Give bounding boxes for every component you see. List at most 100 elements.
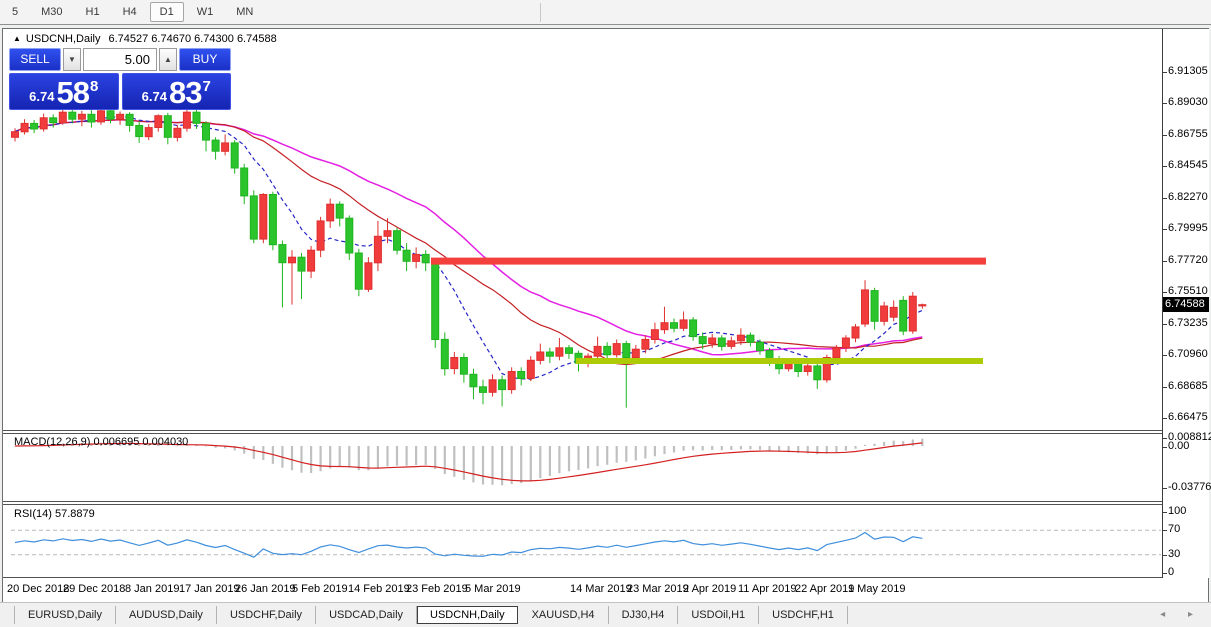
candle-down [336, 204, 343, 218]
candle-up [537, 352, 544, 360]
support-line[interactable] [576, 358, 983, 364]
volume-input[interactable]: 5.00 [83, 48, 157, 71]
volume-decrease-button[interactable]: ▼ [63, 48, 81, 71]
candle-up [155, 116, 162, 128]
candle-up [59, 112, 66, 123]
chart-tab-usdcnh-daily[interactable]: USDCNH,Daily [417, 606, 518, 624]
timeframe-button-5[interactable]: 5 [2, 2, 28, 22]
candle-down [690, 320, 697, 337]
date-label: 2 Apr 2019 [683, 583, 736, 595]
timeframe-button-d1[interactable]: D1 [150, 2, 184, 22]
candle-down [126, 114, 133, 125]
date-label: 20 Dec 2018 [7, 583, 69, 595]
chart-tab-xauusd-h4[interactable]: XAUUSD,H4 [519, 606, 609, 624]
sell-price-main: 58 [56, 77, 88, 108]
chart-tab-dj30-h4[interactable]: DJ30,H4 [609, 606, 679, 624]
chart-tab-usdchf-h1[interactable]: USDCHF,H1 [759, 606, 848, 624]
price-axis-label: 6.66475 [1168, 411, 1208, 423]
volume-increase-button[interactable]: ▲ [159, 48, 177, 71]
candle-up [21, 123, 28, 131]
candle-down [250, 196, 257, 239]
candle-up [78, 114, 85, 119]
candle-up [881, 306, 888, 321]
macd-signal-line [15, 443, 922, 481]
resistance-line[interactable] [431, 258, 986, 265]
candle-up [852, 327, 859, 338]
candle-down [88, 114, 95, 122]
candle-down [346, 218, 353, 253]
collapse-arrow-icon[interactable]: ▲ [13, 34, 21, 43]
timeframe-button-mn[interactable]: MN [226, 2, 263, 22]
chart-tab-usdoil-h1[interactable]: USDOil,H1 [678, 606, 759, 624]
rsi-line [15, 533, 922, 558]
rsi-indicator-label: RSI(14) 57.8879 [14, 508, 95, 520]
candle-up [842, 338, 849, 348]
candle-down [671, 323, 678, 329]
candle-up [919, 305, 926, 306]
macd-axis-label: -0.037765 [1168, 481, 1211, 493]
price-axis-label: 6.89030 [1168, 96, 1208, 108]
candle-up [365, 263, 372, 290]
moving-averages [15, 117, 922, 379]
candle-down [699, 337, 706, 344]
candle-down [900, 300, 907, 331]
price-axis-label: 6.86755 [1168, 128, 1208, 140]
sell-price-box[interactable]: 6.74 58 8 [9, 73, 119, 110]
price-axis[interactable]: 6.913056.890306.867556.845456.822706.799… [1162, 29, 1209, 578]
candle-down [623, 344, 630, 358]
price-axis-label: 6.84545 [1168, 159, 1208, 171]
candle-up [661, 323, 668, 330]
sell-price-pip: 8 [90, 78, 98, 95]
candle-up [12, 132, 19, 138]
macd-indicator-label: MACD(12,26,9) 0.006695 0.004030 [14, 436, 188, 448]
timeframe-button-h4[interactable]: H4 [113, 2, 147, 22]
candle-down [432, 263, 439, 340]
candle-up [642, 339, 649, 349]
candle-down [480, 387, 487, 393]
candle-up [632, 349, 639, 357]
candle-down [203, 123, 210, 140]
chart-tab-usdcad-daily[interactable]: USDCAD,Daily [316, 606, 417, 624]
chart-tab-audusd-daily[interactable]: AUDUSD,Daily [116, 606, 217, 624]
toolbar-divider [540, 3, 541, 22]
candle-down [814, 366, 821, 380]
chart-tab-usdchf-daily[interactable]: USDCHF,Daily [217, 606, 316, 624]
timeframe-button-m30[interactable]: M30 [31, 2, 72, 22]
candle-up [451, 358, 458, 369]
sell-button[interactable]: SELL [9, 48, 61, 71]
rsi-panel[interactable] [11, 505, 1162, 577]
rsi-axis-label: 0 [1168, 566, 1174, 578]
buy-button[interactable]: BUY [179, 48, 231, 71]
candle-down [193, 112, 200, 123]
candle-up [594, 346, 601, 356]
price-axis-label: 6.70960 [1168, 348, 1208, 360]
candle-down [518, 372, 525, 379]
date-label: 5 Mar 2019 [465, 583, 521, 595]
timeframe-button-h1[interactable]: H1 [76, 2, 110, 22]
timeframe-button-w1[interactable]: W1 [187, 2, 224, 22]
price-axis-label: 6.82270 [1168, 191, 1208, 203]
date-label: 8 Jan 2019 [125, 583, 179, 595]
chart-ohlc: 6.74527 6.74670 6.74300 6.74588 [108, 33, 276, 45]
buy-price-box[interactable]: 6.74 83 7 [122, 73, 232, 110]
timeframe-toolbar: 5M30H1H4D1W1MN [0, 0, 1211, 25]
candle-up [709, 338, 716, 344]
candle-down [31, 123, 38, 129]
candle-down [871, 291, 878, 322]
candle-down [470, 374, 477, 387]
date-label: 11 Apr 2019 [738, 583, 797, 595]
date-label: 14 Feb 2019 [348, 583, 410, 595]
date-label: 14 Mar 2019 [570, 583, 632, 595]
candle-up [222, 143, 229, 151]
candle-up [260, 195, 267, 240]
candle-down [718, 338, 725, 346]
candle-up [317, 221, 324, 250]
candle-up [40, 118, 47, 129]
tab-scroll-arrows[interactable]: ◂ ▸ [1160, 609, 1203, 620]
candle-up [737, 335, 744, 341]
candle-up [680, 320, 687, 328]
candle-down [441, 339, 448, 368]
date-axis[interactable]: 20 Dec 201829 Dec 20188 Jan 201917 Jan 2… [3, 579, 1162, 601]
chart-tab-eurusd-daily[interactable]: EURUSD,Daily [14, 606, 116, 624]
candle-up [308, 250, 315, 271]
